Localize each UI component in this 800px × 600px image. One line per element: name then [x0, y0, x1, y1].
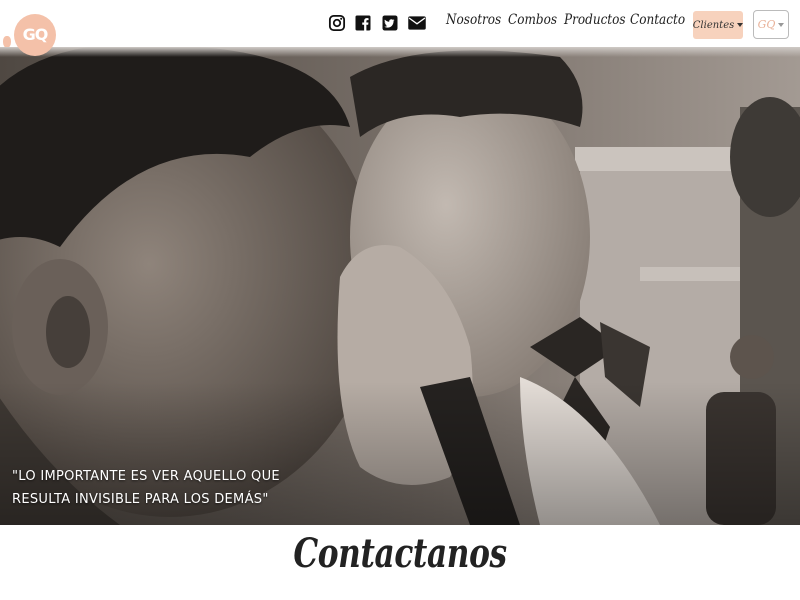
chevron-down-icon — [778, 22, 785, 27]
nav-combos[interactable]: Combos — [508, 12, 557, 28]
hero-photo — [0, 47, 800, 525]
nav-productos[interactable]: Productos — [564, 12, 626, 28]
instagram-icon[interactable] — [327, 13, 347, 33]
hero-quote-line-1: "LO IMPORTANTE ES VER AQUELLO QUE — [12, 469, 280, 484]
hero-quote: "LO IMPORTANTE ES VER AQUELLO QUE RESULT… — [12, 465, 280, 511]
chevron-down-icon — [737, 23, 744, 27]
hero-quote-line-2: RESULTA INVISIBLE PARA LOS DEMÁS" — [12, 492, 269, 507]
nav-nosotros[interactable]: Nosotros — [446, 12, 501, 28]
hero-banner: "LO IMPORTANTE ES VER AQUELLO QUE RESULT… — [0, 47, 800, 525]
contact-section-title: Contactanos — [293, 530, 507, 577]
brand-logo[interactable]: GQ — [14, 14, 56, 56]
envelope-icon[interactable] — [406, 13, 428, 33]
logo-text: GQ — [22, 25, 49, 44]
gq-dropdown-button[interactable]: GQ — [753, 10, 789, 39]
facebook-icon[interactable] — [353, 13, 373, 33]
nav-contacto[interactable]: Contacto — [630, 12, 685, 28]
clientes-dropdown-button[interactable]: Clientes — [692, 11, 744, 39]
hero-top-shadow — [0, 47, 800, 57]
top-navbar: GQ Nosotros Combos Productos Contacto Cl… — [0, 0, 800, 64]
clientes-label: Clientes — [692, 19, 735, 31]
twitter-icon[interactable] — [380, 13, 400, 33]
gq-label: GQ — [757, 18, 776, 31]
